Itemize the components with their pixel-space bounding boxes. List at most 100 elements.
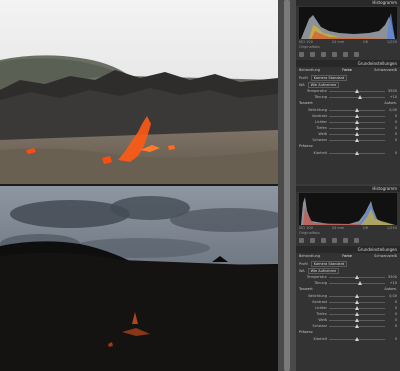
red-eye-icon[interactable] [321, 238, 326, 243]
slider-row[interactable]: Tönung +10 [299, 94, 397, 100]
lava-daylight-image [0, 0, 278, 184]
slider-value[interactable]: 0 [385, 126, 397, 130]
basic-section-header[interactable]: Grundeinstellungen [296, 60, 400, 67]
splitter-handle[interactable] [284, 0, 290, 371]
profile-dropdown[interactable]: Kamera Standard [310, 74, 348, 81]
histogram [299, 7, 397, 39]
slider-knob[interactable] [355, 305, 359, 310]
basic-section-header[interactable]: Grundeinstellungen [296, 246, 400, 253]
presence-row: Präsenz [299, 143, 397, 150]
slider-knob[interactable] [355, 131, 359, 136]
slider-value[interactable]: 0 [385, 300, 397, 304]
slider-track[interactable] [329, 305, 385, 310]
slider-track[interactable] [329, 317, 385, 322]
slider-track[interactable] [329, 113, 385, 118]
tone-auto-button[interactable]: Autom. [384, 100, 397, 107]
histogram-header[interactable]: Histogramm [296, 0, 400, 6]
treatment-color-option[interactable]: Farbe [342, 253, 352, 260]
wb-dropdown[interactable]: Wie Aufnahme [307, 81, 340, 88]
slider-value[interactable]: +10 [385, 95, 397, 99]
slider-value[interactable]: 0 [385, 337, 397, 341]
treatment-label: Behandlung [299, 68, 320, 72]
tone-auto-button[interactable]: Autom. [384, 286, 397, 293]
slider-track[interactable] [329, 88, 385, 93]
slider-track[interactable] [329, 336, 385, 341]
slider-knob[interactable] [355, 107, 359, 112]
slider-knob[interactable] [355, 119, 359, 124]
slider-track[interactable] [329, 323, 385, 328]
profile-dropdown[interactable]: Kamera Standard [310, 260, 348, 267]
slider-row[interactable]: Schwarz 0 [299, 323, 397, 329]
crop-icon[interactable] [299, 238, 304, 243]
slider-track[interactable] [329, 125, 385, 130]
slider-value[interactable]: 5500 [385, 89, 397, 93]
histogram-graph [301, 197, 395, 225]
graduated-filter-icon[interactable] [332, 52, 337, 57]
slider-track[interactable] [329, 293, 385, 298]
crop-icon[interactable] [299, 52, 304, 57]
slider-label: Kontrast [312, 114, 327, 118]
slider-knob[interactable] [355, 88, 359, 93]
slider-knob[interactable] [355, 317, 359, 322]
tool-strip [299, 237, 397, 244]
slider-track[interactable] [329, 131, 385, 136]
slider-row[interactable]: Tönung +10 [299, 280, 397, 286]
slider-row[interactable]: Schwarz 0 [299, 137, 397, 143]
slider-knob[interactable] [355, 150, 359, 155]
panel-splitter[interactable] [278, 0, 296, 371]
slider-value[interactable]: 0 [385, 120, 397, 124]
slider-track[interactable] [329, 107, 385, 112]
spot-removal-icon[interactable] [310, 52, 315, 57]
histogram-header[interactable]: Histogramm [296, 186, 400, 192]
slider-track[interactable] [329, 311, 385, 316]
slider-knob[interactable] [355, 311, 359, 316]
slider-knob[interactable] [355, 274, 359, 279]
wb-dropdown[interactable]: Wie Aufnahme [307, 267, 340, 274]
brush-icon[interactable] [354, 52, 359, 57]
slider-track[interactable] [329, 94, 385, 99]
brush-icon[interactable] [354, 238, 359, 243]
slider-track[interactable] [329, 150, 385, 155]
slider-knob[interactable] [355, 293, 359, 298]
slider-track[interactable] [329, 299, 385, 304]
slider-value[interactable]: 0,00 [385, 108, 397, 112]
slider-value[interactable]: 0 [385, 138, 397, 142]
slider-value[interactable]: 0 [385, 318, 397, 322]
slider-knob[interactable] [357, 280, 362, 285]
spot-removal-icon[interactable] [310, 238, 315, 243]
photo-dusk [0, 186, 278, 371]
slider-value[interactable]: +10 [385, 281, 397, 285]
exif-aperture: f/8 [363, 226, 368, 230]
slider-track[interactable] [329, 119, 385, 124]
slider-value[interactable]: 0 [385, 306, 397, 310]
slider-value[interactable]: 5500 [385, 275, 397, 279]
slider-track[interactable] [329, 137, 385, 142]
treatment-color-option[interactable]: Farbe [342, 67, 352, 74]
slider-value[interactable]: 0 [385, 132, 397, 136]
slider-knob[interactable] [355, 125, 359, 130]
slider-value[interactable]: 0 [385, 324, 397, 328]
slider-knob[interactable] [355, 299, 359, 304]
treatment-bw-option[interactable]: Schwarzweiß [374, 67, 397, 74]
slider-knob[interactable] [355, 113, 359, 118]
radial-filter-icon[interactable] [343, 52, 348, 57]
radial-filter-icon[interactable] [343, 238, 348, 243]
slider-knob[interactable] [355, 323, 359, 328]
slider-knob[interactable] [355, 336, 359, 341]
slider-knob[interactable] [355, 137, 359, 142]
slider-value[interactable]: 0,00 [385, 294, 397, 298]
slider-knob[interactable] [357, 94, 362, 99]
slider-row[interactable]: Klarheit 0 [299, 336, 397, 342]
slider-value[interactable]: 0 [385, 114, 397, 118]
slider-track[interactable] [329, 274, 385, 279]
red-eye-icon[interactable] [321, 52, 326, 57]
treatment-bw-option[interactable]: Schwarzweiß [374, 253, 397, 260]
slider-track[interactable] [329, 280, 385, 285]
slider-value[interactable]: 0 [385, 312, 397, 316]
graduated-filter-icon[interactable] [332, 238, 337, 243]
wb-label: WA [299, 268, 305, 273]
slider-value[interactable]: 0 [385, 151, 397, 155]
exif-aperture: f/8 [363, 40, 368, 44]
slider-row[interactable]: Klarheit 0 [299, 150, 397, 156]
slider-label: Tiefen [316, 312, 327, 316]
